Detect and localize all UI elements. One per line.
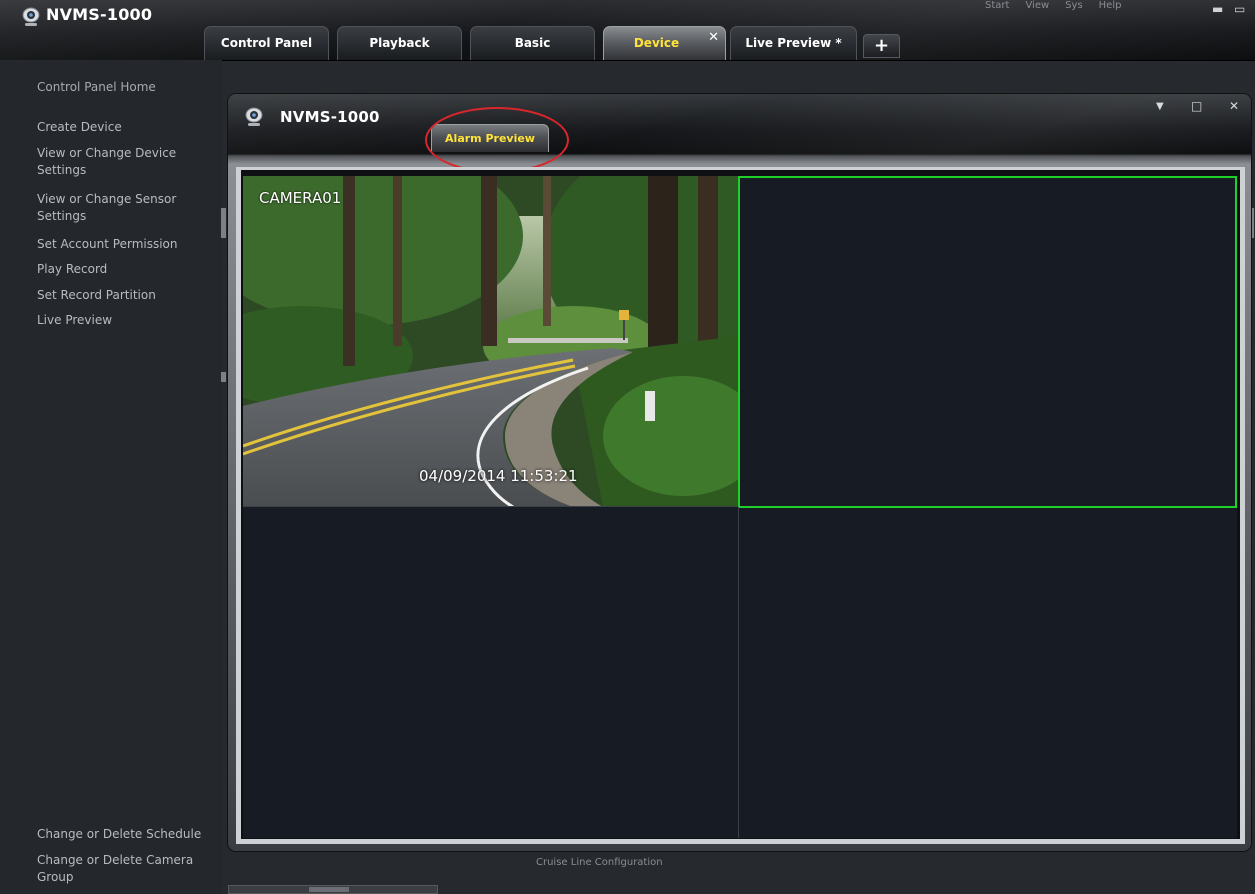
menu-sys[interactable]: Sys <box>1065 0 1082 14</box>
tab-playback[interactable]: Playback <box>337 26 462 60</box>
status-text: Cruise Line Configuration <box>536 857 663 868</box>
tab-label: Device <box>633 36 680 50</box>
maximize-icon[interactable]: □ <box>1191 99 1202 113</box>
sidebar-item-live-preview[interactable]: Live Preview <box>37 312 217 329</box>
webcam-logo-icon <box>22 7 40 26</box>
camera-timestamp: 04/09/2014 11:53:21 <box>419 467 578 485</box>
webcam-logo-icon <box>245 107 263 126</box>
inner-window-controls: ▼ □ ✕ <box>1143 99 1243 119</box>
window-controls: ▬ ▭ <box>1200 2 1252 16</box>
sidebar-item-record-partition[interactable]: Set Record Partition <box>37 287 217 304</box>
video-cell-4[interactable] <box>740 508 1237 838</box>
camera-name-label: CAMERA01 <box>259 189 342 207</box>
app-title: NVMS-1000 <box>46 5 153 24</box>
sidebar-item-camera-group[interactable]: Change or Delete Camera Group <box>37 852 207 886</box>
sidebar-item-create-device[interactable]: Create Device <box>37 119 217 136</box>
sidebar-item-play-record[interactable]: Play Record <box>37 261 217 278</box>
splitter-handle[interactable] <box>221 208 226 238</box>
horizontal-scrollbar[interactable] <box>228 885 438 894</box>
tab-live-preview[interactable]: Live Preview * <box>730 26 857 60</box>
camera-feed-image <box>243 176 738 506</box>
tab-device[interactable]: Device ✕ <box>603 26 726 60</box>
menu-view[interactable]: View <box>1025 0 1049 14</box>
control-panel-sidebar <box>0 60 222 894</box>
splitter-handle[interactable] <box>221 372 226 382</box>
video-grid: CAMERA01 04/09/2014 11:53:21 <box>243 176 1237 838</box>
video-cell-2-selected[interactable] <box>738 176 1237 508</box>
close-tab-icon[interactable]: ✕ <box>708 30 719 45</box>
menu-help[interactable]: Help <box>1099 0 1122 14</box>
sidebar-item-schedule[interactable]: Change or Delete Schedule <box>37 826 222 843</box>
video-cell-camera01[interactable]: CAMERA01 04/09/2014 11:53:21 <box>243 176 739 507</box>
menu-start[interactable]: Start <box>985 0 1009 14</box>
sidebar-item-sensor-settings[interactable]: View or Change Sensor Settings <box>37 191 197 225</box>
sidebar-item-device-settings[interactable]: View or Change Device Settings <box>37 145 197 179</box>
top-menu: Start View Sys Help <box>985 0 1121 14</box>
dropdown-menu-icon[interactable]: ▼ <box>1156 101 1164 112</box>
restore-icon[interactable]: ▭ <box>1234 2 1245 16</box>
sidebar-item-home[interactable]: Control Panel Home <box>37 79 217 96</box>
highlight-annotation-ring <box>425 107 569 173</box>
scrollbar-thumb[interactable] <box>309 887 349 892</box>
inner-header-sheen <box>228 94 1251 154</box>
tab-control-panel[interactable]: Control Panel <box>204 26 329 60</box>
main-title-bar: NVMS-1000 Start View Sys Help ▬ ▭ Contro… <box>0 0 1255 61</box>
minimize-icon[interactable]: ▬ <box>1212 2 1223 16</box>
sidebar-item-account-permission[interactable]: Set Account Permission <box>37 236 217 253</box>
tab-basic[interactable]: Basic <box>470 26 595 60</box>
inner-window-title: NVMS-1000 <box>280 108 380 126</box>
video-cell-3[interactable] <box>243 507 739 838</box>
close-icon[interactable]: ✕ <box>1229 99 1239 113</box>
tab-label: Live Preview * <box>745 36 842 50</box>
tab-label: Playback <box>369 36 430 50</box>
inner-window-header: NVMS-1000 Alarm Preview ▼ □ ✕ <box>228 94 1251 173</box>
add-tab-button[interactable]: + <box>863 34 900 58</box>
tab-label: Control Panel <box>220 36 313 50</box>
tab-label: Basic <box>514 36 551 50</box>
